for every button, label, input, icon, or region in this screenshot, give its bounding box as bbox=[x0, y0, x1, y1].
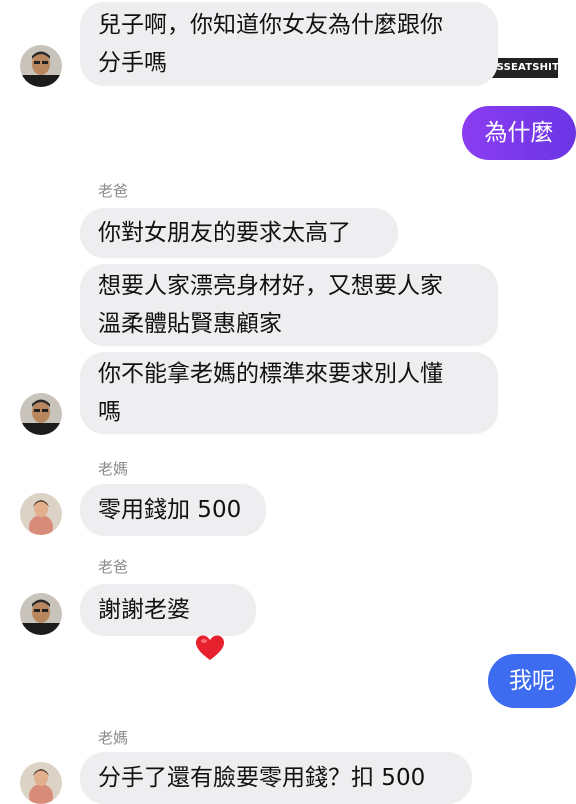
message-bubble-incoming: 你對女朋友的要求太高了 bbox=[80, 208, 398, 258]
message-bubble-incoming: 謝謝老婆 bbox=[80, 584, 256, 660]
sender-name: 老媽 bbox=[98, 729, 129, 747]
avatar-dad bbox=[20, 393, 62, 435]
message-bubble-incoming: 想要人家漂亮身材好，又想要人家 溫柔體貼賢惠顧家 bbox=[80, 264, 498, 346]
message-bubble-incoming: 分手了還有臉要零用錢？扣 500 bbox=[80, 752, 472, 804]
avatar-dad bbox=[20, 45, 62, 87]
message-bubble-incoming: 零用錢加 500 bbox=[80, 484, 266, 536]
sender-name: 老爸 bbox=[98, 182, 129, 200]
avatar-mom bbox=[20, 762, 62, 804]
message-bubble-incoming: 你不能拿老媽的標準來要求別人懂 嗎 bbox=[80, 352, 498, 434]
sender-name: 老媽 bbox=[98, 460, 129, 478]
message-bubble-incoming: 兒子啊，你知道你女友為什麼跟你 分手嗎 bbox=[80, 2, 498, 86]
message-bubble-outgoing: 為什麼 bbox=[462, 106, 576, 160]
message-bubble-outgoing: 我呢 bbox=[488, 654, 576, 708]
heart-icon bbox=[196, 597, 224, 660]
message-text: 謝謝老婆 bbox=[98, 597, 190, 623]
avatar-dad bbox=[20, 593, 62, 635]
avatar-mom bbox=[20, 493, 62, 535]
sender-name: 老爸 bbox=[98, 558, 129, 576]
